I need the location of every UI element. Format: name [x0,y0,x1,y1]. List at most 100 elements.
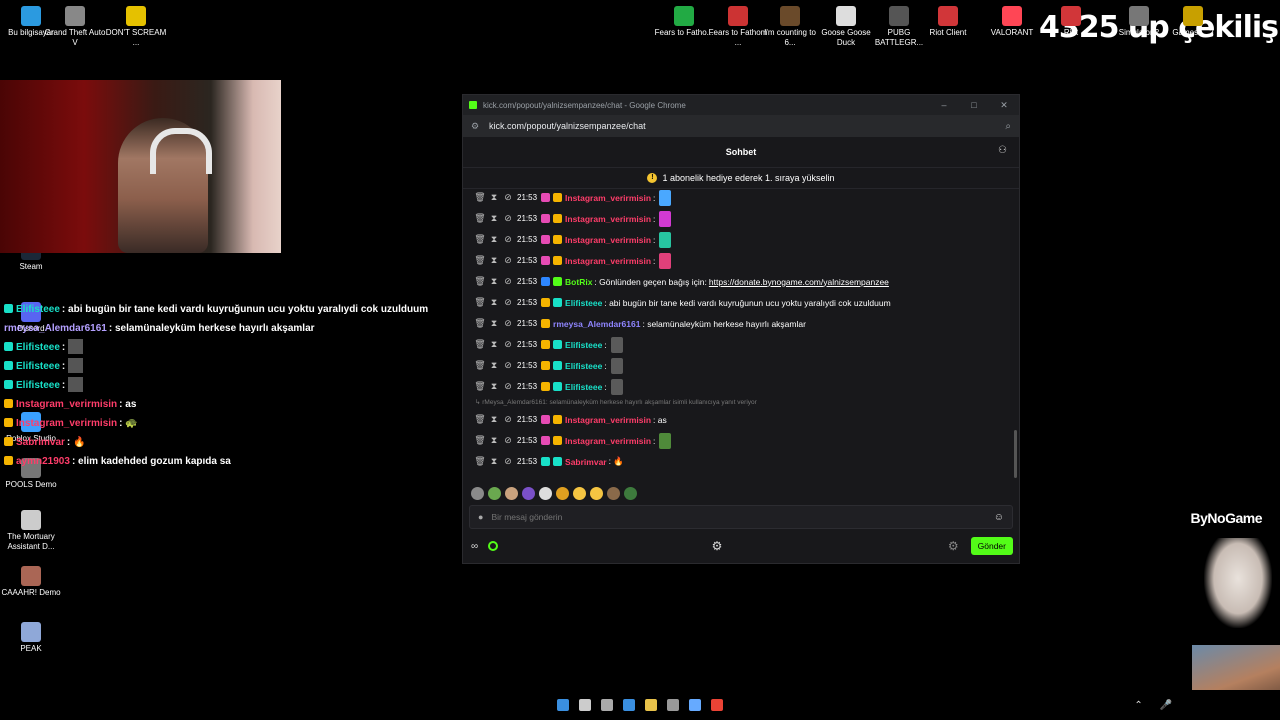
chat-message[interactable]: 🗑 ⧗ ⊘ 21:53 Instagram_verirmisin: [473,187,1013,208]
ban-icon[interactable]: ⊘ [501,213,515,224]
chat-message[interactable]: 🗑 ⧗ ⊘ 21:53 Instagram_verirmisin: [473,229,1013,250]
desktop-shortcut[interactable]: The Mortuary Assistant D... [0,510,62,552]
chat-message[interactable]: 🗑 ⧗ ⊘ 21:53 Elifisteee: abi bugün bir tane k… [473,292,1013,313]
chat-message[interactable]: 🗑 ⧗ ⊘ 21:53 Instagram_verirmisin: [473,250,1013,271]
taskbar-app-icon[interactable] [557,699,569,711]
chat-message[interactable]: 🗑 ⧗ ⊘ 21:53 Sabrimvar: 🔥 [473,451,1013,472]
delete-message-icon[interactable]: 🗑 [473,414,487,425]
chat-username[interactable]: Instagram_verirmisin [565,436,651,446]
chat-username[interactable]: Instagram_verirmisin [565,193,651,203]
quick-emote[interactable] [590,486,603,500]
quick-emote[interactable] [505,486,518,500]
chat-username[interactable]: Instagram_verirmisin [565,256,651,266]
timeout-icon[interactable]: ⧗ [487,276,501,287]
zoom-icon[interactable]: ⌕ [1005,121,1011,132]
reply-context[interactable]: ↳ rMeysa_Alemdar6161: selamünaleyküm her… [473,397,1013,409]
close-button[interactable]: ✕ [989,100,1019,111]
quick-emote[interactable] [556,486,569,500]
ban-icon[interactable]: ⊘ [501,381,515,392]
url-text[interactable]: kick.com/popout/yalnizsempanzee/chat [489,121,646,131]
chat-message[interactable]: 🗑 ⧗ ⊘ 21:53 rmeysa_Alemdar6161: selamünaleyk… [473,313,1013,334]
chat-message[interactable]: 🗑 ⧗ ⊘ 21:53 Instagram_verirmisin: as [473,409,1013,430]
delete-message-icon[interactable]: 🗑 [473,360,487,371]
taskbar-app-icon[interactable] [601,699,613,711]
chat-username[interactable]: Elifisteee [565,298,602,308]
ban-icon[interactable]: ⊘ [501,276,515,287]
ban-icon[interactable]: ⊘ [501,339,515,350]
timeout-icon[interactable]: ⧗ [487,255,501,266]
desktop-shortcut[interactable]: VALORANT [981,6,1043,38]
kick-ring-icon[interactable] [488,541,499,551]
ban-icon[interactable]: ⊘ [501,435,515,446]
ban-icon[interactable]: ⊘ [501,360,515,371]
chat-message[interactable]: 🗑 ⧗ ⊘ 21:53 Elifisteee: [473,376,1013,397]
desktop-shortcut[interactable]: DON'T SCREAM ... [105,6,167,48]
chat-scrollbar[interactable] [1014,430,1017,478]
channel-points-value[interactable]: ∞ [471,541,478,552]
chat-message[interactable]: 🗑 ⧗ ⊘ 21:53 Elifisteee: [473,334,1013,355]
delete-message-icon[interactable]: 🗑 [473,456,487,467]
timeout-icon[interactable]: ⧗ [487,456,501,467]
chat-message[interactable]: 🗑 ⧗ ⊘ 21:53 Instagram_verirmisin: [473,430,1013,451]
delete-message-icon[interactable]: 🗑 [473,276,487,287]
quick-emote[interactable] [624,486,637,500]
chat-username[interactable]: Instagram_verirmisin [565,214,651,224]
chat-username[interactable]: rmeysa_Alemdar6161 [553,319,640,329]
taskbar-app-icon[interactable] [711,699,723,711]
timeout-icon[interactable]: ⧗ [487,381,501,392]
desktop-shortcut[interactable]: Grand Theft Auto V [44,6,106,48]
ban-icon[interactable]: ⊘ [501,297,515,308]
taskbar-app-icon[interactable] [667,699,679,711]
chat-username[interactable]: Instagram_verirmisin [565,415,651,425]
site-settings-icon[interactable]: ⚙ [471,121,481,132]
desktop-shortcut[interactable]: CAAAHR! Demo [0,566,62,598]
chat-username[interactable]: BotRix [565,277,592,287]
quick-emote[interactable] [488,486,501,500]
subscription-banner[interactable]: ! 1 abonelik hediye ederek 1. sıraya yük… [463,168,1019,189]
delete-message-icon[interactable]: 🗑 [473,297,487,308]
emoji-picker-icon[interactable]: ☺ [994,512,1004,523]
timeout-icon[interactable]: ⧗ [487,213,501,224]
timeout-icon[interactable]: ⧗ [487,318,501,329]
chatters-icon[interactable]: ⚇ [998,145,1007,156]
microphone-icon[interactable]: 🎤 [1160,700,1172,711]
ban-icon[interactable]: ⊘ [501,255,515,266]
delete-message-icon[interactable]: 🗑 [473,318,487,329]
chat-username[interactable]: Elifisteee [565,361,602,371]
quick-emote[interactable] [573,486,586,500]
address-bar[interactable]: ⚙ kick.com/popout/yalnizsempanzee/chat ⌕ [463,115,1019,137]
timeout-icon[interactable]: ⧗ [487,192,501,203]
desktop-shortcut[interactable]: I'm counting to 6... [759,6,821,48]
chat-username[interactable]: Sabrimvar [565,457,607,467]
quick-emote[interactable] [522,486,535,500]
chat-message[interactable]: 🗑 ⧗ ⊘ 21:53 Instagram_verirmisin: [473,208,1013,229]
chat-username[interactable]: Elifisteee [565,340,602,350]
settings-gear-icon[interactable]: ⚙ [712,539,723,553]
taskbar-app-icon[interactable] [689,699,701,711]
maximize-button[interactable]: □ [959,100,989,111]
timeout-icon[interactable]: ⧗ [487,435,501,446]
chat-username[interactable]: Instagram_verirmisin [565,235,651,245]
delete-message-icon[interactable]: 🗑 [473,234,487,245]
desktop-shortcut[interactable]: Simulator 2 [1108,6,1170,38]
send-button[interactable]: Gönder [970,537,1013,555]
desktop-shortcut[interactable]: PEAK [0,622,62,654]
delete-message-icon[interactable]: 🗑 [473,381,487,392]
chat-username[interactable]: Elifisteee [565,382,602,392]
delete-message-icon[interactable]: 🗑 [473,192,487,203]
taskbar-app-icon[interactable] [645,699,657,711]
chat-message[interactable]: 🗑 ⧗ ⊘ 21:53 BotRix: Gönlünden geçen bağış iç… [473,271,1013,292]
chat-message[interactable]: 🗑 ⧗ ⊘ 21:53 Elifisteee: [473,355,1013,376]
desktop-shortcut[interactable]: Riot [1040,6,1102,38]
ban-icon[interactable]: ⊘ [501,456,515,467]
desktop-shortcut[interactable]: Games ... 2 [1162,6,1224,38]
ban-icon[interactable]: ⊘ [501,318,515,329]
taskbar-app-icon[interactable] [623,699,635,711]
delete-message-icon[interactable]: 🗑 [473,435,487,446]
quick-emote[interactable] [539,486,552,500]
quick-emote[interactable] [471,486,484,500]
delete-message-icon[interactable]: 🗑 [473,213,487,224]
donation-link[interactable]: https://donate.bynogame.com/yalnizsempan… [709,277,889,287]
quick-emote[interactable] [607,486,620,500]
timeout-icon[interactable]: ⧗ [487,297,501,308]
